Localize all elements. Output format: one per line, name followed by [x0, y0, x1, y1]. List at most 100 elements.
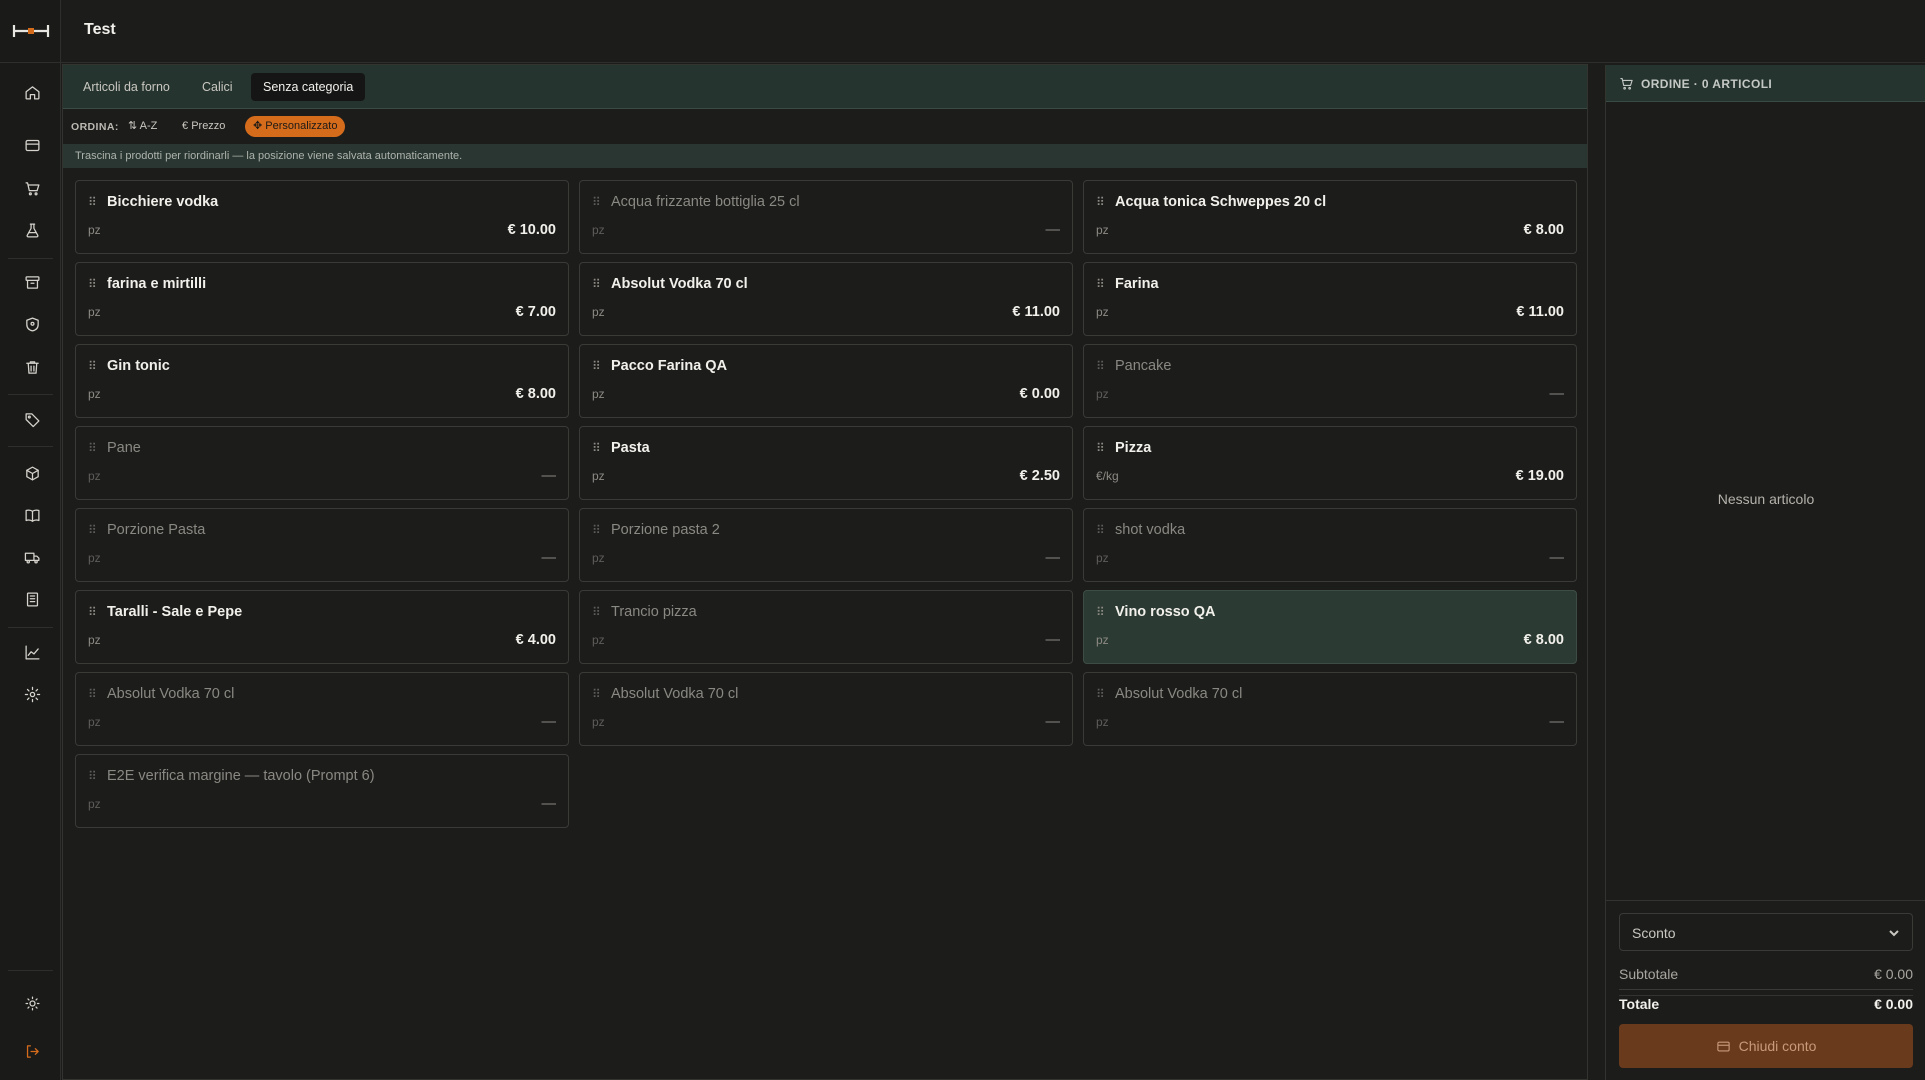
nav-settings[interactable] — [17, 679, 47, 709]
close-bill-button[interactable]: Chiudi conto — [1619, 1024, 1913, 1068]
product-price: € 2.50 — [1019, 468, 1060, 484]
product-price: — — [541, 468, 557, 484]
product-card[interactable]: ⠿ Pizza €/kg € 19.00 — [1083, 426, 1577, 500]
drag-handle-icon[interactable]: ⠿ — [88, 195, 97, 209]
product-card[interactable]: ⠿ Farina pz € 11.00 — [1083, 262, 1577, 336]
product-card[interactable]: ⠿ Porzione pasta 2 pz — — [579, 508, 1073, 582]
nav-home[interactable] — [17, 77, 47, 107]
product-card[interactable]: ⠿ Pane pz — — [75, 426, 569, 500]
drag-handle-icon[interactable]: ⠿ — [88, 769, 97, 783]
product-card[interactable]: ⠿ Taralli - Sale e Pepe pz € 4.00 — [75, 590, 569, 664]
product-card[interactable]: ⠿ Absolut Vodka 70 cl pz — — [75, 672, 569, 746]
nav-suppliers[interactable] — [17, 584, 47, 614]
nav-divider — [8, 970, 53, 971]
nav-products[interactable] — [17, 458, 47, 488]
drag-handle-icon[interactable]: ⠿ — [1096, 277, 1105, 291]
product-card[interactable]: ⠿ Acqua tonica Schweppes 20 cl pz € 8.00 — [1083, 180, 1577, 254]
theme-toggle[interactable] — [17, 988, 47, 1018]
tab-calici[interactable]: Calici — [190, 73, 245, 101]
product-price: € 4.00 — [515, 632, 556, 648]
product-card[interactable]: ⠿ Vino rosso QA pz € 8.00 — [1083, 590, 1577, 664]
drag-handle-icon[interactable]: ⠿ — [592, 687, 601, 701]
product-unit: pz — [1096, 387, 1109, 401]
drag-handle-icon[interactable]: ⠿ — [88, 441, 97, 455]
product-card[interactable]: ⠿ Absolut Vodka 70 cl pz € 11.00 — [579, 262, 1073, 336]
nav-archive[interactable] — [17, 267, 47, 297]
product-card[interactable]: ⠿ Acqua frizzante bottiglia 25 cl pz — — [579, 180, 1073, 254]
product-card[interactable]: ⠿ Pacco Farina QA pz € 0.00 — [579, 344, 1073, 418]
drag-handle-icon[interactable]: ⠿ — [592, 441, 601, 455]
product-card[interactable]: ⠿ Absolut Vodka 70 cl pz — — [1083, 672, 1577, 746]
product-card[interactable]: ⠿ Bicchiere vodka pz € 10.00 — [75, 180, 569, 254]
sort-price-button[interactable]: € Prezzo — [174, 116, 233, 137]
nav-cart[interactable] — [17, 173, 47, 203]
drag-handle-icon[interactable]: ⠿ — [592, 359, 601, 373]
nav-divider — [8, 394, 53, 395]
drag-handle-icon[interactable]: ⠿ — [88, 605, 97, 619]
product-card[interactable]: ⠿ shot vodka pz — — [1083, 508, 1577, 582]
drag-handle-icon[interactable]: ⠿ — [1096, 687, 1105, 701]
drag-handle-icon[interactable]: ⠿ — [592, 605, 601, 619]
product-name: Absolut Vodka 70 cl — [611, 276, 748, 292]
drag-handle-icon[interactable]: ⠿ — [592, 195, 601, 209]
product-unit: pz — [88, 715, 101, 729]
sort-custom-button[interactable]: ✥ Personalizzato — [245, 116, 346, 137]
product-price: € 0.00 — [1019, 386, 1060, 402]
order-footer: Sconto Subtotale € 0.00 Totale € 0.00 Ch… — [1606, 900, 1925, 1080]
nav-reports[interactable] — [17, 637, 47, 667]
product-name: farina e mirtilli — [107, 276, 207, 292]
nav-security[interactable] — [17, 309, 47, 339]
product-name: Pizza — [1115, 440, 1152, 456]
product-unit: €/kg — [1096, 469, 1119, 483]
nav-lab[interactable] — [17, 215, 47, 245]
product-card[interactable]: ⠿ Pasta pz € 2.50 — [579, 426, 1073, 500]
tab-articoli-da-forno[interactable]: Articoli da forno — [71, 73, 182, 101]
product-price: € 19.00 — [1515, 468, 1564, 484]
products-panel: Articoli da forno Calici Senza categoria… — [62, 64, 1588, 1080]
drag-handle-icon[interactable]: ⠿ — [1096, 523, 1105, 537]
drag-handle-icon[interactable]: ⠿ — [592, 277, 601, 291]
product-unit: pz — [88, 633, 101, 647]
nav-cards[interactable] — [17, 130, 47, 160]
product-price: € 8.00 — [515, 386, 556, 402]
product-card[interactable]: ⠿ Trancio pizza pz — — [579, 590, 1073, 664]
product-card[interactable]: ⠿ Pancake pz — — [1083, 344, 1577, 418]
product-unit: pz — [592, 469, 605, 483]
logo[interactable] — [0, 0, 61, 63]
product-price: — — [1549, 714, 1565, 730]
drag-handle-icon[interactable]: ⠿ — [88, 687, 97, 701]
product-card[interactable]: ⠿ Gin tonic pz € 8.00 — [75, 344, 569, 418]
tab-senza-categoria[interactable]: Senza categoria — [251, 73, 366, 101]
nav-tags[interactable] — [17, 404, 47, 434]
product-card[interactable]: ⠿ Porzione Pasta pz — — [75, 508, 569, 582]
drag-handle-icon[interactable]: ⠿ — [592, 523, 601, 537]
total-label: Totale — [1619, 996, 1660, 1012]
drag-handle-icon[interactable]: ⠿ — [1096, 359, 1105, 373]
discount-select[interactable]: Sconto — [1619, 913, 1913, 951]
card-icon — [24, 139, 40, 151]
sort-custom-label: Personalizzato — [265, 120, 338, 132]
product-card[interactable]: ⠿ farina e mirtilli pz € 7.00 — [75, 262, 569, 336]
product-price: — — [1045, 550, 1061, 566]
drag-handle-icon[interactable]: ⠿ — [1096, 195, 1105, 209]
drag-handle-icon[interactable]: ⠿ — [88, 523, 97, 537]
product-unit: pz — [592, 305, 605, 319]
reorder-hint-bar: Trascina i prodotti per riordinarli — la… — [63, 144, 1587, 168]
order-panel: ORDINE · 0 ARTICOLI Nessun articolo Scon… — [1605, 65, 1925, 1080]
sun-icon — [24, 995, 40, 1011]
drag-handle-icon[interactable]: ⠿ — [88, 359, 97, 373]
product-card[interactable]: ⠿ E2E verifica margine — tavolo (Prompt 6… — [75, 754, 569, 828]
product-card[interactable]: ⠿ Absolut Vodka 70 cl pz — — [579, 672, 1073, 746]
card-icon — [1716, 1041, 1730, 1051]
logout-button[interactable] — [17, 1036, 47, 1066]
subtotal-row: Subtotale € 0.00 — [1619, 966, 1913, 986]
nav-recipes[interactable] — [17, 500, 47, 530]
nav-deliveries[interactable] — [17, 542, 47, 572]
sort-az-button[interactable]: ⇅ A-Z — [120, 116, 165, 137]
nav-trash[interactable] — [17, 352, 47, 382]
drag-handle-icon[interactable]: ⠿ — [1096, 605, 1105, 619]
product-price: € 7.00 — [515, 304, 556, 320]
drag-handle-icon[interactable]: ⠿ — [1096, 441, 1105, 455]
drag-handle-icon[interactable]: ⠿ — [88, 277, 97, 291]
box-icon — [25, 465, 39, 481]
